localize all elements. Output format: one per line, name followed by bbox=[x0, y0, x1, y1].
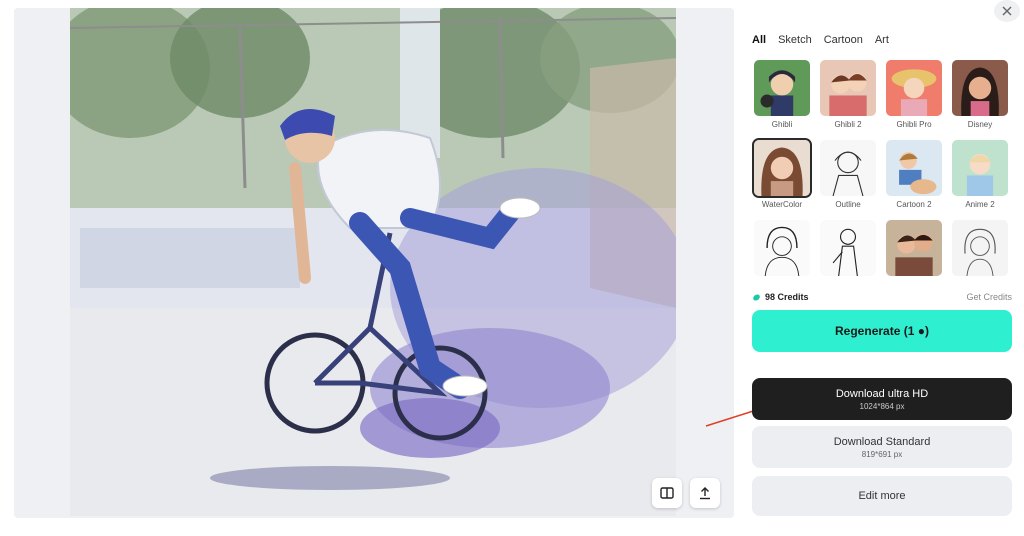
download-standard-title: Download Standard bbox=[833, 435, 931, 448]
close-icon bbox=[1002, 6, 1012, 16]
style-label: Outline bbox=[835, 200, 861, 209]
style-sketch-2[interactable] bbox=[818, 218, 878, 290]
style-thumbnail bbox=[884, 218, 944, 278]
credits-amount: 98 Credits bbox=[765, 292, 809, 302]
generated-image bbox=[70, 8, 676, 516]
style-label: WaterColor bbox=[761, 200, 803, 209]
style-thumbnail bbox=[884, 58, 944, 118]
download-standard-button[interactable]: Download Standard 819*691 px bbox=[752, 426, 1012, 468]
book-open-icon bbox=[660, 487, 674, 499]
style-category-tabs: All Sketch Cartoon Art bbox=[752, 34, 889, 46]
style-thumbnail bbox=[752, 218, 812, 278]
tab-all[interactable]: All bbox=[752, 34, 766, 46]
style-thumbnail bbox=[752, 58, 812, 118]
style-label: Anime 2 bbox=[965, 200, 995, 209]
tab-art[interactable]: Art bbox=[875, 34, 889, 46]
style-anime-2[interactable]: Anime 2 bbox=[950, 138, 1010, 210]
download-ultra-hd-title: Download ultra HD bbox=[835, 387, 929, 400]
style-thumbnail bbox=[818, 58, 878, 118]
style-thumbnail-selected bbox=[752, 138, 812, 198]
style-thumbnail bbox=[950, 58, 1010, 118]
style-cartoon-2[interactable]: Cartoon 2 bbox=[884, 138, 944, 210]
style-sketch-3[interactable] bbox=[950, 218, 1010, 290]
edit-more-label: Edit more bbox=[858, 490, 906, 502]
style-watercolor[interactable]: WaterColor bbox=[752, 138, 812, 210]
style-ghibli-2[interactable]: Ghibli 2 bbox=[818, 58, 878, 130]
credits-row: 98 Credits Get Credits bbox=[752, 292, 1012, 302]
style-thumbnail bbox=[884, 138, 944, 198]
style-outline[interactable]: Outline bbox=[818, 138, 878, 210]
style-label: Cartoon 2 bbox=[896, 200, 932, 209]
style-grid: Ghibli Ghibli 2 Ghibli Pro Disney WaterC… bbox=[752, 58, 1014, 290]
style-label: Ghibli bbox=[771, 120, 793, 129]
style-label: Ghibli 2 bbox=[834, 120, 862, 129]
style-sketch-1[interactable] bbox=[752, 218, 812, 290]
style-thumbnail bbox=[818, 218, 878, 278]
compare-button[interactable] bbox=[652, 478, 682, 508]
style-ghibli-pro[interactable]: Ghibli Pro bbox=[884, 58, 944, 130]
style-thumbnail bbox=[818, 138, 878, 198]
app-root: All Sketch Cartoon Art Ghibli Ghibli 2 G… bbox=[0, 0, 1024, 536]
style-ghibli[interactable]: Ghibli bbox=[752, 58, 812, 130]
edit-more-button[interactable]: Edit more bbox=[752, 476, 1012, 516]
upload-icon bbox=[700, 487, 710, 500]
watercolor-bmx-illustration bbox=[70, 8, 676, 516]
style-thumbnail bbox=[950, 138, 1010, 198]
credits-balance: 98 Credits bbox=[752, 292, 809, 302]
style-disney[interactable]: Disney bbox=[950, 58, 1010, 130]
close-button[interactable] bbox=[994, 0, 1020, 22]
tab-sketch[interactable]: Sketch bbox=[778, 34, 812, 46]
get-credits-link[interactable]: Get Credits bbox=[966, 292, 1012, 302]
regenerate-button[interactable]: Regenerate (1 ●) bbox=[752, 310, 1012, 352]
tab-cartoon[interactable]: Cartoon bbox=[824, 34, 863, 46]
style-label: Disney bbox=[967, 120, 993, 129]
style-label: Ghibli Pro bbox=[896, 120, 932, 129]
download-ultra-hd-size: 1024*864 px bbox=[859, 401, 905, 411]
style-couple[interactable] bbox=[884, 218, 944, 290]
upload-button[interactable] bbox=[690, 478, 720, 508]
download-standard-size: 819*691 px bbox=[861, 449, 903, 459]
download-ultra-hd-button[interactable]: Download ultra HD 1024*864 px bbox=[752, 378, 1012, 420]
style-thumbnail bbox=[950, 218, 1010, 278]
regenerate-label: Regenerate (1 ●) bbox=[835, 324, 929, 338]
credit-coin-icon bbox=[753, 293, 760, 301]
